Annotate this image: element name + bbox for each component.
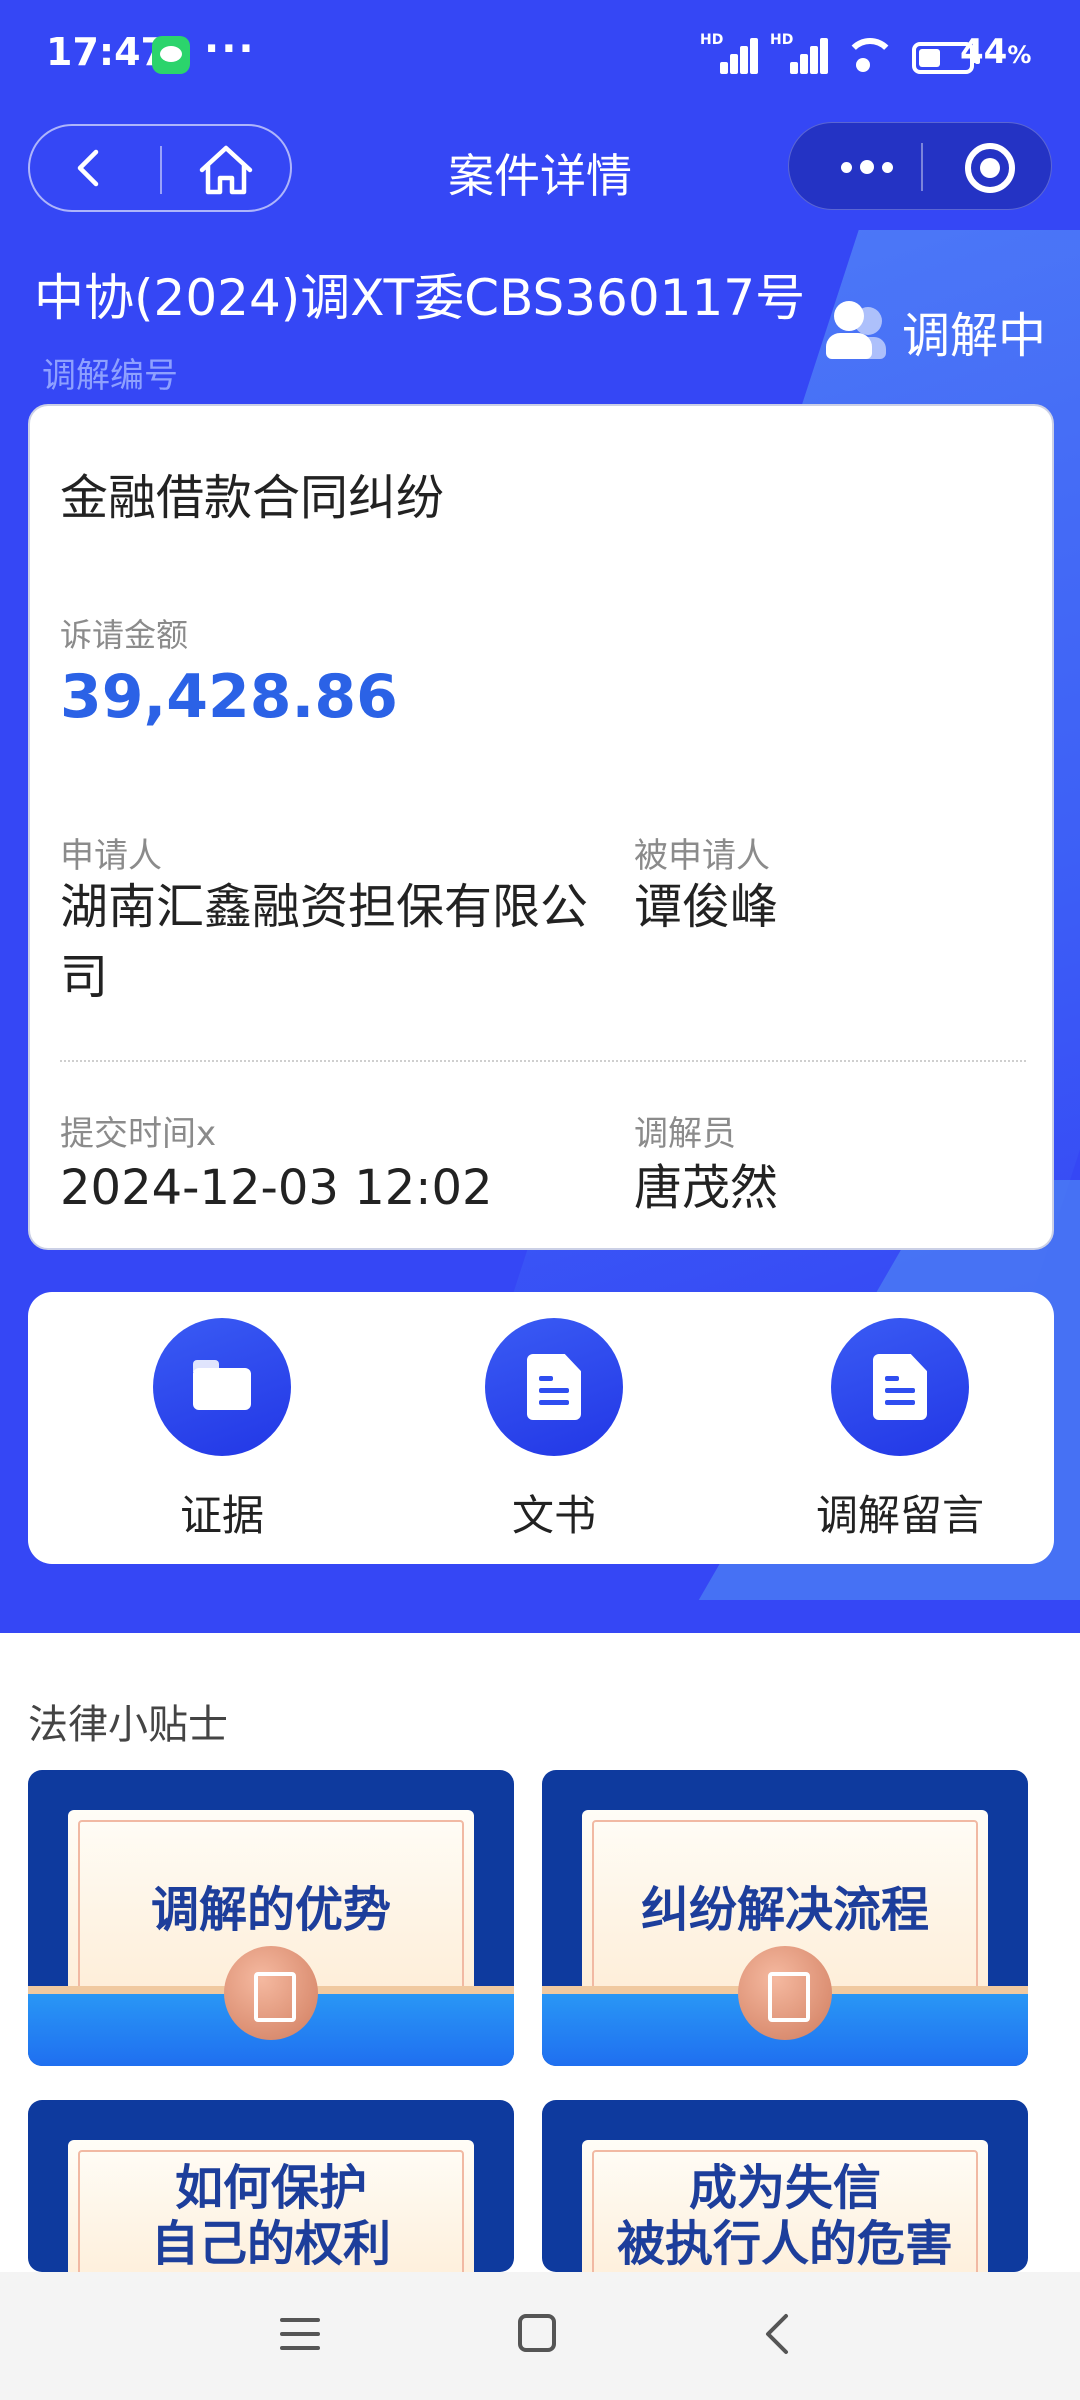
hd-signal-icon: HD (700, 32, 758, 74)
applicant-name: 湖南汇鑫融资担保有限公司 (60, 879, 589, 1005)
tip-card[interactable]: 纠纷解决流程 (542, 1770, 1028, 2066)
tip-card[interactable]: 调解的优势 (28, 1770, 514, 2066)
tip-card[interactable]: 如何保护 自己的权利 (28, 2100, 514, 2272)
home-square-icon[interactable] (518, 2314, 556, 2352)
status-time: 17:47 (46, 30, 167, 74)
battery-percent: 44% (960, 32, 1032, 72)
mediation-message-button[interactable]: 调解留言 (800, 1318, 1000, 1543)
tip-text: 如何保护 自己的权利 (150, 2160, 391, 2272)
card-divider (60, 1060, 1026, 1062)
claim-amount: 39,428.86 (60, 662, 398, 732)
mediator-icon (826, 301, 886, 361)
respondent-name: 谭俊峰 (634, 879, 779, 935)
nav-bar: 案件详情 (0, 118, 1080, 218)
book-icon (224, 1946, 318, 2040)
submit-time: 2024-12-03 12:02 (60, 1160, 493, 1216)
wifi-icon (840, 34, 896, 74)
action-label: 文书 (511, 1491, 596, 1540)
action-label: 证据 (179, 1491, 264, 1540)
evidence-button[interactable]: 证据 (122, 1318, 322, 1543)
battery-level (919, 49, 940, 67)
status-more: ··· (204, 26, 256, 72)
more-icon[interactable] (829, 147, 905, 187)
back-icon[interactable] (70, 148, 110, 188)
document-icon (527, 1354, 581, 1420)
case-type: 金融借款合同纠纷 (60, 470, 445, 526)
submit-time-label: 提交时间x (60, 1114, 217, 1154)
case-number-label: 调解编号 (42, 356, 178, 396)
hd-label: HD (700, 32, 724, 48)
system-nav-bar (0, 2272, 1080, 2400)
folder-icon (193, 1360, 251, 1410)
status-bar: 17:47 ··· HD HD 44% (0, 0, 1080, 110)
action-panel: 证据 文书 调解留言 (28, 1292, 1054, 1564)
nav-capsule-left (28, 124, 292, 212)
tip-text: 成为失信 被执行人的危害 (616, 2160, 953, 2272)
target-icon[interactable] (965, 143, 1015, 193)
document-icon (873, 1354, 927, 1420)
mediator-name: 唐茂然 (634, 1160, 779, 1216)
book-icon (738, 1946, 832, 2040)
capsule-divider (160, 146, 162, 194)
tip-text: 纠纷解决流程 (640, 1882, 929, 1938)
capsule-divider (921, 143, 923, 191)
applicant-label: 申请人 (60, 836, 162, 876)
status-text: 调解中 (902, 308, 1047, 364)
wechat-icon (152, 36, 190, 74)
respondent-label: 被申请人 (634, 836, 770, 876)
documents-button[interactable]: 文书 (454, 1318, 654, 1543)
case-info-card: 金融借款合同纠纷 诉请金额 39,428.86 申请人 湖南汇鑫融资担保有限公司… (28, 404, 1054, 1250)
mediator-label: 调解员 (634, 1114, 736, 1154)
status-badge: 调解中 (826, 296, 1046, 366)
tip-card[interactable]: 成为失信 被执行人的危害 (542, 2100, 1028, 2272)
claim-amount-label: 诉请金额 (60, 616, 189, 654)
nav-capsule-right (788, 122, 1052, 210)
home-icon[interactable] (198, 144, 254, 196)
page-title: 案件详情 (448, 149, 632, 203)
back-nav-icon[interactable] (758, 2312, 798, 2356)
legal-tips-title: 法律小贴士 (28, 1702, 228, 1748)
menu-icon[interactable] (280, 2316, 320, 2352)
tip-text: 调解的优势 (150, 1882, 391, 1938)
hd-label: HD (770, 32, 794, 48)
action-label: 调解留言 (815, 1491, 984, 1540)
case-number: 中协(2024)调XT委CBS360117号 (34, 269, 806, 327)
hd-signal-icon: HD (770, 32, 828, 74)
